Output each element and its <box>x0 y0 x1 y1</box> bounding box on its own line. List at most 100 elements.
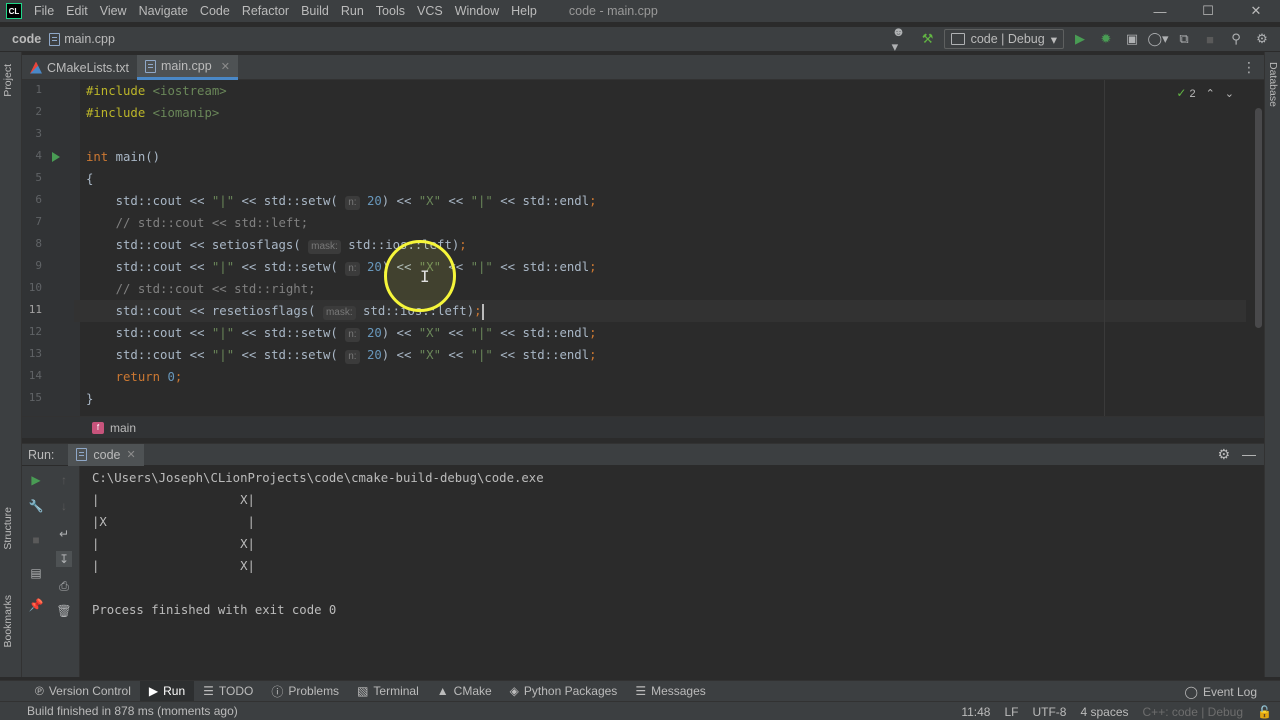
rerun-icon[interactable]: ▶ <box>28 472 44 488</box>
run-with-coverage-icon[interactable]: ▣ <box>1122 29 1142 49</box>
code-token: #include <box>86 106 146 120</box>
menu-code[interactable]: Code <box>194 0 236 22</box>
tab-cmakelists[interactable]: CMakeLists.txt <box>22 55 137 80</box>
code-token: << <box>234 194 264 208</box>
structure-tool-tab[interactable]: Structure <box>2 507 14 550</box>
run-tab-code[interactable]: code ✕ <box>68 443 144 466</box>
project-tool-tab[interactable]: Project <box>2 64 14 97</box>
code-line-14: return 0; <box>115 370 183 384</box>
resolve-context[interactable]: C++: code | Debug <box>1143 705 1244 719</box>
arrow-up-icon[interactable]: ↑ <box>56 472 72 488</box>
code-token: std::setw( <box>263 260 338 274</box>
chevron-down-icon[interactable]: ⌄ <box>1225 87 1234 100</box>
settings-icon[interactable]: ⚙ <box>1217 446 1230 463</box>
chevron-up-icon[interactable]: ⌃ <box>1206 87 1215 100</box>
line-number: 14 <box>28 369 42 382</box>
menu-help[interactable]: Help <box>505 0 543 22</box>
arrow-down-icon[interactable]: ↓ <box>56 498 72 514</box>
run-configuration-label: code | Debug <box>970 32 1045 46</box>
hide-panel-icon[interactable]: — <box>1242 446 1256 463</box>
inspection-widget[interactable]: ✓ 2 ⌃ ⌄ <box>1176 86 1234 100</box>
editor-scrollbar[interactable] <box>1255 108 1262 328</box>
debug-icon[interactable]: ✹ <box>1096 29 1116 49</box>
soft-wrap-icon[interactable]: ↵ <box>56 526 72 542</box>
navigation-bar: code main.cpp ☻▾ ⚒ code | Debug ▾ ▶ ✹ ▣ … <box>0 24 1280 54</box>
tool-cmake[interactable]: ▲ CMake <box>428 681 501 702</box>
maximize-icon[interactable]: ☐ <box>1184 0 1232 22</box>
menu-build[interactable]: Build <box>295 0 335 22</box>
lock-icon[interactable]: 🔓 <box>1257 705 1272 719</box>
menu-window[interactable]: Window <box>449 0 505 22</box>
menu-tools[interactable]: Tools <box>370 0 411 22</box>
minimize-icon[interactable]: — <box>1136 0 1184 22</box>
menu-navigate[interactable]: Navigate <box>133 0 194 22</box>
code-area[interactable]: #include <iostream> #include <iomanip> i… <box>74 80 1246 416</box>
code-token: } <box>86 392 94 406</box>
breadcrumb-file[interactable]: main.cpp <box>41 32 115 46</box>
menu-file[interactable]: File <box>28 0 60 22</box>
code-line-11: std::cout << resetiosflags( mask: std::i… <box>74 300 1246 322</box>
code-token: << <box>182 194 212 208</box>
menu-refactor[interactable]: Refactor <box>236 0 295 22</box>
tool-run[interactable]: ▶ Run <box>139 680 195 702</box>
status-widgets: 11:48 LF UTF-8 4 spaces C++: code | Debu… <box>961 702 1272 720</box>
breadcrumb-function[interactable]: main <box>110 421 136 435</box>
tool-problems[interactable]: ⓘ Problems <box>262 681 348 702</box>
tool-messages[interactable]: ☰ Messages <box>626 681 714 702</box>
menu-run[interactable]: Run <box>335 0 370 22</box>
stop-icon[interactable]: ■ <box>1200 29 1220 49</box>
close-tab-icon[interactable]: ✕ <box>221 60 230 73</box>
code-editor[interactable]: 1 2 3 4 5 6 7 8 9 10 11 12 13 14 15 #inc… <box>22 80 1264 416</box>
database-tool-tab[interactable]: Database <box>1267 62 1279 107</box>
function-icon: f <box>92 421 104 434</box>
attach-debugger-icon[interactable]: ⧉ <box>1174 29 1194 49</box>
line-separator[interactable]: LF <box>1004 705 1018 719</box>
scroll-to-end-icon[interactable]: ↧ <box>56 551 72 567</box>
cmake-icon <box>30 61 42 74</box>
pin-icon[interactable]: 📌 <box>28 597 44 613</box>
search-icon: ◯ <box>1184 684 1198 699</box>
menu-view[interactable]: View <box>94 0 133 22</box>
run-console[interactable]: C:\Users\Joseph\CLionProjects\code\cmake… <box>80 466 1264 677</box>
menu-edit[interactable]: Edit <box>60 0 94 22</box>
branch-icon: ℗ <box>35 684 44 698</box>
wrench-icon[interactable]: 🔧 <box>28 498 44 514</box>
close-icon[interactable]: ✕ <box>1232 0 1280 22</box>
stop-icon[interactable]: ■ <box>28 532 44 548</box>
user-icon[interactable]: ☻▾ <box>892 24 912 54</box>
tool-version-control[interactable]: ℗ Version Control <box>26 681 140 702</box>
settings-icon[interactable]: ⚙ <box>1252 29 1272 49</box>
tab-main-cpp[interactable]: main.cpp ✕ <box>136 55 238 80</box>
code-token: 0 <box>167 370 175 384</box>
trash-icon[interactable]: 🗑 <box>56 603 72 619</box>
code-token: std::cout <box>115 238 183 252</box>
build-hammer-icon[interactable]: ⚒ <box>918 29 938 49</box>
breadcrumb-project[interactable]: code <box>0 32 41 46</box>
tool-todo[interactable]: ☰ TODO <box>194 681 262 702</box>
close-tab-icon[interactable]: ✕ <box>127 448 136 461</box>
search-icon[interactable]: ⚲ <box>1226 29 1246 49</box>
clion-logo-icon: CL <box>6 3 22 19</box>
status-message[interactable]: Build finished in 878 ms (moments ago) <box>27 704 238 718</box>
tool-terminal[interactable]: ▧ Terminal <box>348 681 428 702</box>
run-icon[interactable]: ▶ <box>1070 29 1090 49</box>
window-title: code - main.cpp <box>568 4 658 18</box>
more-tabs-icon[interactable]: ⋮ <box>1242 59 1256 76</box>
tool-label: Run <box>163 684 186 698</box>
code-token: std::cout <box>115 348 183 362</box>
code-token: "X" <box>418 194 441 208</box>
file-encoding[interactable]: UTF-8 <box>1032 705 1066 719</box>
caret-position[interactable]: 11:48 <box>961 705 990 719</box>
bookmarks-tool-tab[interactable]: Bookmarks <box>2 595 14 648</box>
indent-setting[interactable]: 4 spaces <box>1080 705 1128 719</box>
print-icon[interactable]: ⎙ <box>56 578 72 594</box>
run-gutter-icon[interactable] <box>52 152 60 162</box>
menu-vcs[interactable]: VCS <box>411 0 449 22</box>
code-line-5: { <box>86 168 93 190</box>
layout-icon[interactable]: ▤ <box>28 565 44 581</box>
tool-python-packages[interactable]: ◈ Python Packages <box>501 681 627 702</box>
code-token: << <box>441 194 471 208</box>
run-configuration-selector[interactable]: code | Debug ▾ <box>943 29 1064 49</box>
tool-event-log[interactable]: ◯ Event Log <box>1176 681 1266 702</box>
profile-icon[interactable]: ◯▾ <box>1147 29 1168 49</box>
